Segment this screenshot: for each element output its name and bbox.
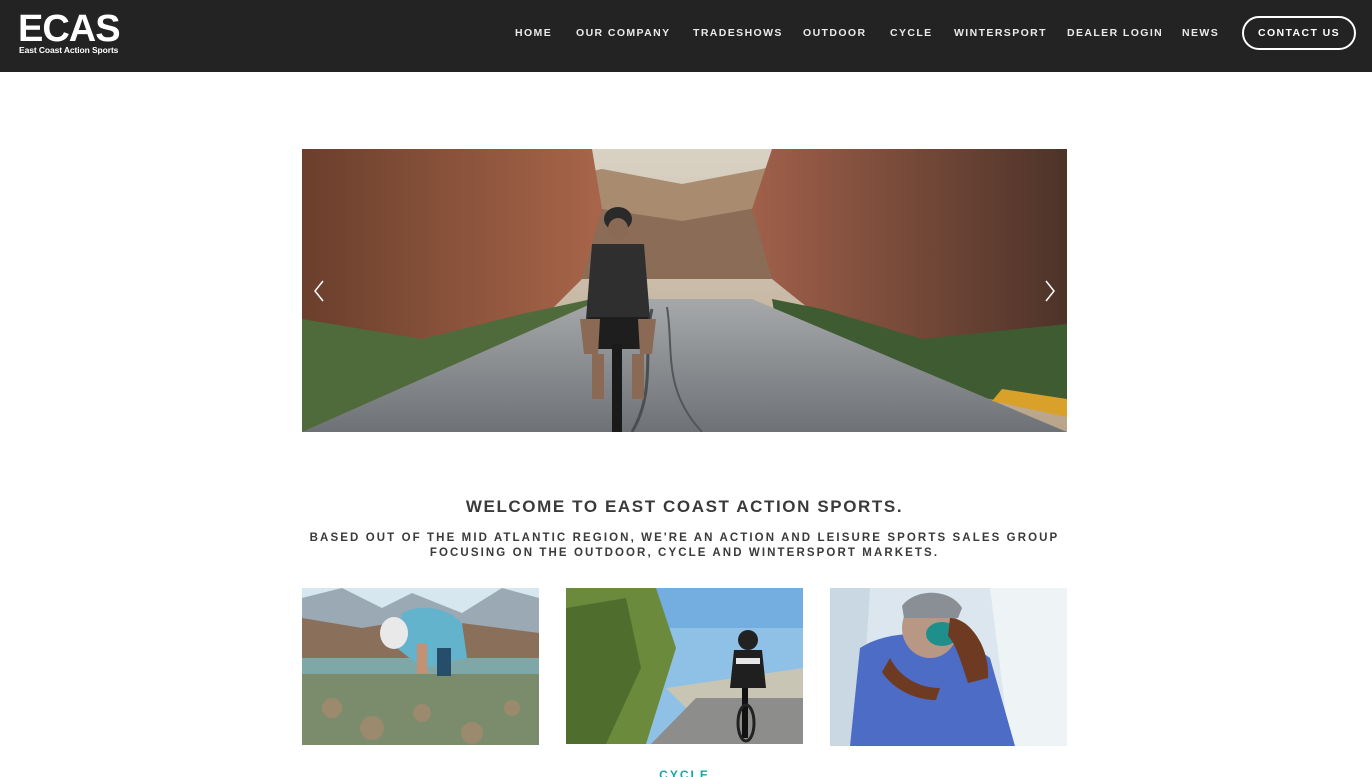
cyclist-canyon-road-photo [302, 149, 1067, 432]
nav-cycle[interactable]: CYCLE [890, 27, 933, 41]
nav-tradeshows[interactable]: TRADESHOWS [693, 27, 783, 41]
nav-outdoor[interactable]: OUTDOOR [803, 27, 866, 41]
welcome-heading: WELCOME TO EAST COAST ACTION SPORTS. [465, 497, 904, 516]
category-label-cycle[interactable]: CYCLE [302, 768, 1067, 777]
nav-home[interactable]: HOME [515, 27, 552, 41]
chevron-right-icon[interactable] [1041, 278, 1059, 304]
site-header: ECAS East Coast Action Sports HOME OUR C… [0, 0, 1372, 72]
outdoor-tile[interactable] [302, 588, 539, 745]
main-nav: HOME OUR COMPANY TRADESHOWS OUTDOOR CYCL… [0, 0, 1372, 72]
cycle-tile[interactable] [566, 588, 803, 744]
welcome-tagline: BASED OUT OF THE MID ATLANTIC REGION, WE… [309, 532, 1060, 559]
wintersport-tile[interactable] [830, 588, 1067, 746]
hero-slider[interactable] [302, 149, 1067, 432]
nav-dealer-login[interactable]: DEALER LOGIN [1067, 27, 1163, 41]
chevron-left-icon[interactable] [310, 278, 328, 304]
wintersport-goggles-photo [830, 588, 1067, 746]
nav-wintersport[interactable]: WINTERSPORT [954, 27, 1047, 41]
contact-us-button[interactable]: CONTACT US [1242, 16, 1356, 50]
outdoor-river-photo [302, 588, 539, 745]
cycle-road-photo [566, 588, 803, 744]
nav-our-company[interactable]: OUR COMPANY [576, 27, 671, 41]
nav-news[interactable]: NEWS [1182, 27, 1219, 41]
